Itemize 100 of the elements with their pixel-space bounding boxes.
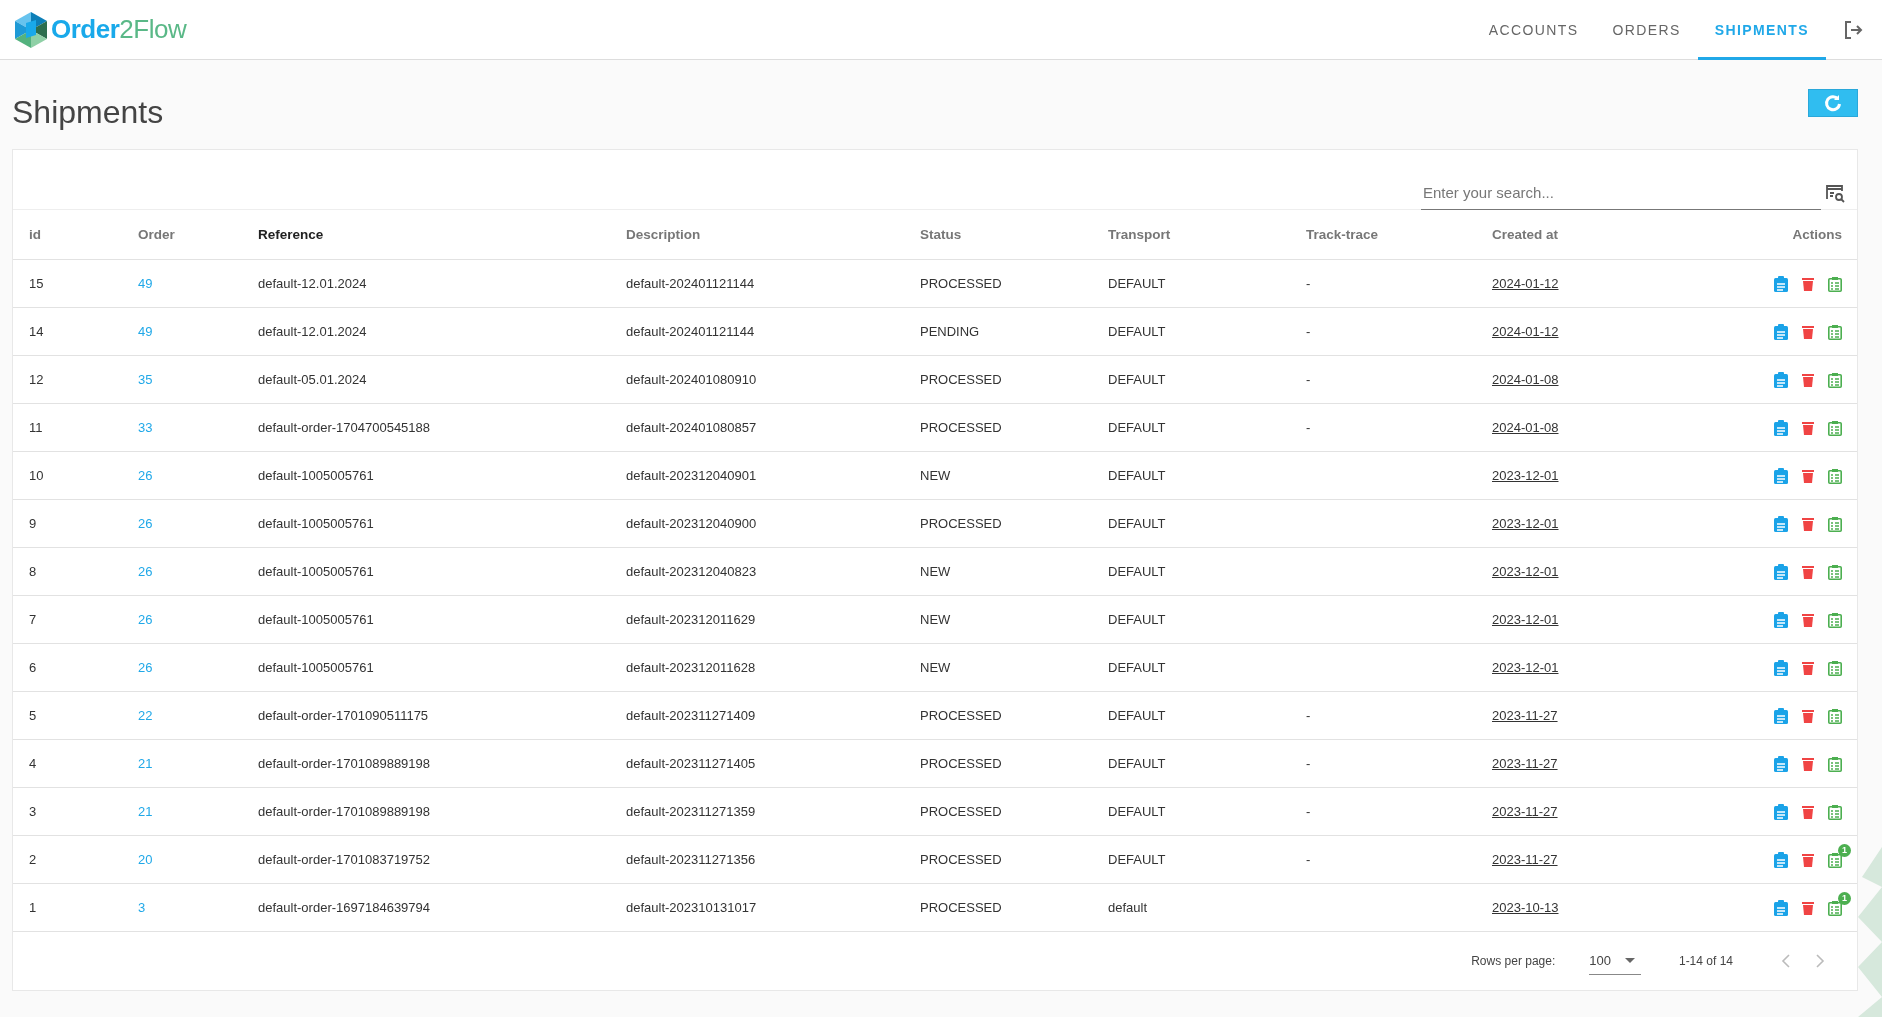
column-header[interactable]: id bbox=[29, 227, 41, 242]
clipboard-icon[interactable] bbox=[1774, 467, 1788, 484]
order-link[interactable]: 49 bbox=[138, 276, 153, 291]
order-link[interactable]: 20 bbox=[138, 852, 153, 867]
column-header[interactable]: Order bbox=[138, 227, 175, 242]
clipboard-icon[interactable] bbox=[1774, 659, 1788, 676]
clipboard-list-icon[interactable] bbox=[1828, 419, 1842, 436]
date-link[interactable]: 2023-12-01 bbox=[1492, 660, 1559, 675]
trash-icon[interactable] bbox=[1802, 324, 1814, 339]
clipboard-list-icon[interactable] bbox=[1828, 803, 1842, 820]
clipboard-list-icon[interactable] bbox=[1828, 515, 1842, 532]
nav-tab[interactable]: ORDERS bbox=[1595, 0, 1698, 60]
trash-icon[interactable] bbox=[1802, 516, 1814, 531]
table-cell: - bbox=[1306, 804, 1311, 819]
clipboard-icon[interactable] bbox=[1774, 419, 1788, 436]
table-cell-text: DEFAULT bbox=[1108, 420, 1167, 435]
clipboard-icon[interactable] bbox=[1774, 851, 1788, 868]
table-cell-text: default-1005005761 bbox=[258, 612, 375, 627]
nav-tab[interactable]: ACCOUNTS bbox=[1471, 0, 1596, 60]
column-header[interactable]: Transport bbox=[1108, 227, 1171, 242]
clipboard-list-icon[interactable] bbox=[1828, 755, 1842, 772]
order-link[interactable]: 26 bbox=[138, 660, 153, 675]
refresh-button[interactable] bbox=[1808, 89, 1858, 117]
date-link[interactable]: 2024-01-12 bbox=[1492, 276, 1559, 291]
date-link[interactable]: 2023-11-27 bbox=[1492, 708, 1558, 723]
trash-icon[interactable] bbox=[1802, 276, 1814, 291]
table-cell-text: DEFAULT bbox=[1108, 372, 1167, 387]
order-link[interactable]: 49 bbox=[138, 324, 153, 339]
clipboard-list-icon[interactable] bbox=[1828, 275, 1842, 292]
chevron-right-icon[interactable] bbox=[1815, 954, 1825, 968]
date-link[interactable]: 2023-12-01 bbox=[1492, 564, 1559, 579]
clipboard-icon[interactable] bbox=[1774, 755, 1788, 772]
clipboard-icon[interactable] bbox=[1774, 515, 1788, 532]
date-link[interactable]: 2023-12-01 bbox=[1492, 468, 1559, 483]
table-cell-text: PROCESSED bbox=[920, 708, 1003, 723]
order-link[interactable]: 22 bbox=[138, 708, 153, 723]
clipboard-icon[interactable] bbox=[1774, 899, 1788, 916]
date-link[interactable]: 2023-10-13 bbox=[1492, 900, 1559, 915]
trash-icon[interactable] bbox=[1802, 900, 1814, 915]
order-link[interactable]: 35 bbox=[138, 372, 153, 387]
column-header[interactable]: Reference bbox=[258, 227, 324, 242]
trash-icon[interactable] bbox=[1802, 852, 1814, 867]
clipboard-icon[interactable] bbox=[1774, 275, 1788, 292]
order-link[interactable]: 26 bbox=[138, 516, 153, 531]
logout-icon[interactable] bbox=[1842, 18, 1864, 41]
date-link[interactable]: 2024-01-08 bbox=[1492, 372, 1559, 387]
clipboard-list-icon[interactable] bbox=[1828, 323, 1842, 340]
table-cell-text: DEFAULT bbox=[1108, 804, 1167, 819]
clipboard-list-icon[interactable] bbox=[1828, 371, 1842, 388]
clipboard-list-icon[interactable] bbox=[1828, 707, 1842, 724]
clipboard-list-icon[interactable] bbox=[1828, 659, 1842, 676]
search-icon[interactable] bbox=[1825, 183, 1845, 203]
chevron-left-icon[interactable] bbox=[1781, 954, 1791, 968]
order-link[interactable]: 26 bbox=[138, 612, 153, 627]
order-link[interactable]: 26 bbox=[138, 468, 153, 483]
column-header[interactable]: Created at bbox=[1492, 227, 1559, 242]
clipboard-list-icon[interactable] bbox=[1828, 611, 1842, 628]
order-link[interactable]: 26 bbox=[138, 564, 153, 579]
clipboard-list-icon[interactable] bbox=[1828, 851, 1842, 868]
date-link[interactable]: 2024-01-08 bbox=[1492, 420, 1559, 435]
clipboard-icon[interactable] bbox=[1774, 371, 1788, 388]
clipboard-icon[interactable] bbox=[1774, 803, 1788, 820]
column-header[interactable]: Track-trace bbox=[1306, 227, 1379, 242]
trash-icon[interactable] bbox=[1802, 612, 1814, 627]
clipboard-icon[interactable] bbox=[1774, 323, 1788, 340]
trash-icon[interactable] bbox=[1802, 804, 1814, 819]
clipboard-icon[interactable] bbox=[1774, 563, 1788, 580]
order-link[interactable]: 21 bbox=[138, 756, 153, 771]
order-link[interactable]: 33 bbox=[138, 420, 153, 435]
trash-icon[interactable] bbox=[1802, 564, 1814, 579]
nav-tab[interactable]: SHIPMENTS bbox=[1697, 0, 1826, 60]
trash-icon[interactable] bbox=[1802, 756, 1814, 771]
table-cell-text: default-202310131017 bbox=[626, 900, 758, 915]
column-header[interactable]: Description bbox=[626, 227, 701, 242]
trash-icon[interactable] bbox=[1802, 468, 1814, 483]
trash-icon[interactable] bbox=[1802, 420, 1814, 435]
clipboard-icon[interactable] bbox=[1774, 707, 1788, 724]
order-link[interactable]: 3 bbox=[138, 900, 146, 915]
date-link[interactable]: 2023-11-27 bbox=[1492, 852, 1558, 867]
rows-per-page-select[interactable]: 100 bbox=[1589, 947, 1641, 975]
table-cell-text: default-202312040901 bbox=[626, 468, 758, 483]
date-link[interactable]: 2023-12-01 bbox=[1492, 612, 1559, 627]
date-link[interactable]: 2023-12-01 bbox=[1492, 516, 1559, 531]
search-field[interactable]: Enter your search... bbox=[1421, 176, 1821, 210]
trash-icon[interactable] bbox=[1802, 708, 1814, 723]
dropdown-caret-icon[interactable] bbox=[1624, 957, 1635, 964]
clipboard-list-icon[interactable] bbox=[1828, 467, 1842, 484]
table-cell: - bbox=[1306, 420, 1311, 435]
clipboard-icon[interactable] bbox=[1774, 611, 1788, 628]
refresh-icon[interactable] bbox=[1823, 93, 1843, 113]
clipboard-list-icon[interactable] bbox=[1828, 563, 1842, 580]
trash-icon[interactable] bbox=[1802, 660, 1814, 675]
date-link[interactable]: 2024-01-12 bbox=[1492, 324, 1559, 339]
column-header[interactable]: Actions bbox=[1792, 227, 1842, 242]
date-link[interactable]: 2023-11-27 bbox=[1492, 756, 1558, 771]
trash-icon[interactable] bbox=[1802, 372, 1814, 387]
column-header[interactable]: Status bbox=[920, 227, 962, 242]
clipboard-list-icon[interactable] bbox=[1828, 899, 1842, 916]
order-link[interactable]: 21 bbox=[138, 804, 153, 819]
date-link[interactable]: 2023-11-27 bbox=[1492, 804, 1558, 819]
